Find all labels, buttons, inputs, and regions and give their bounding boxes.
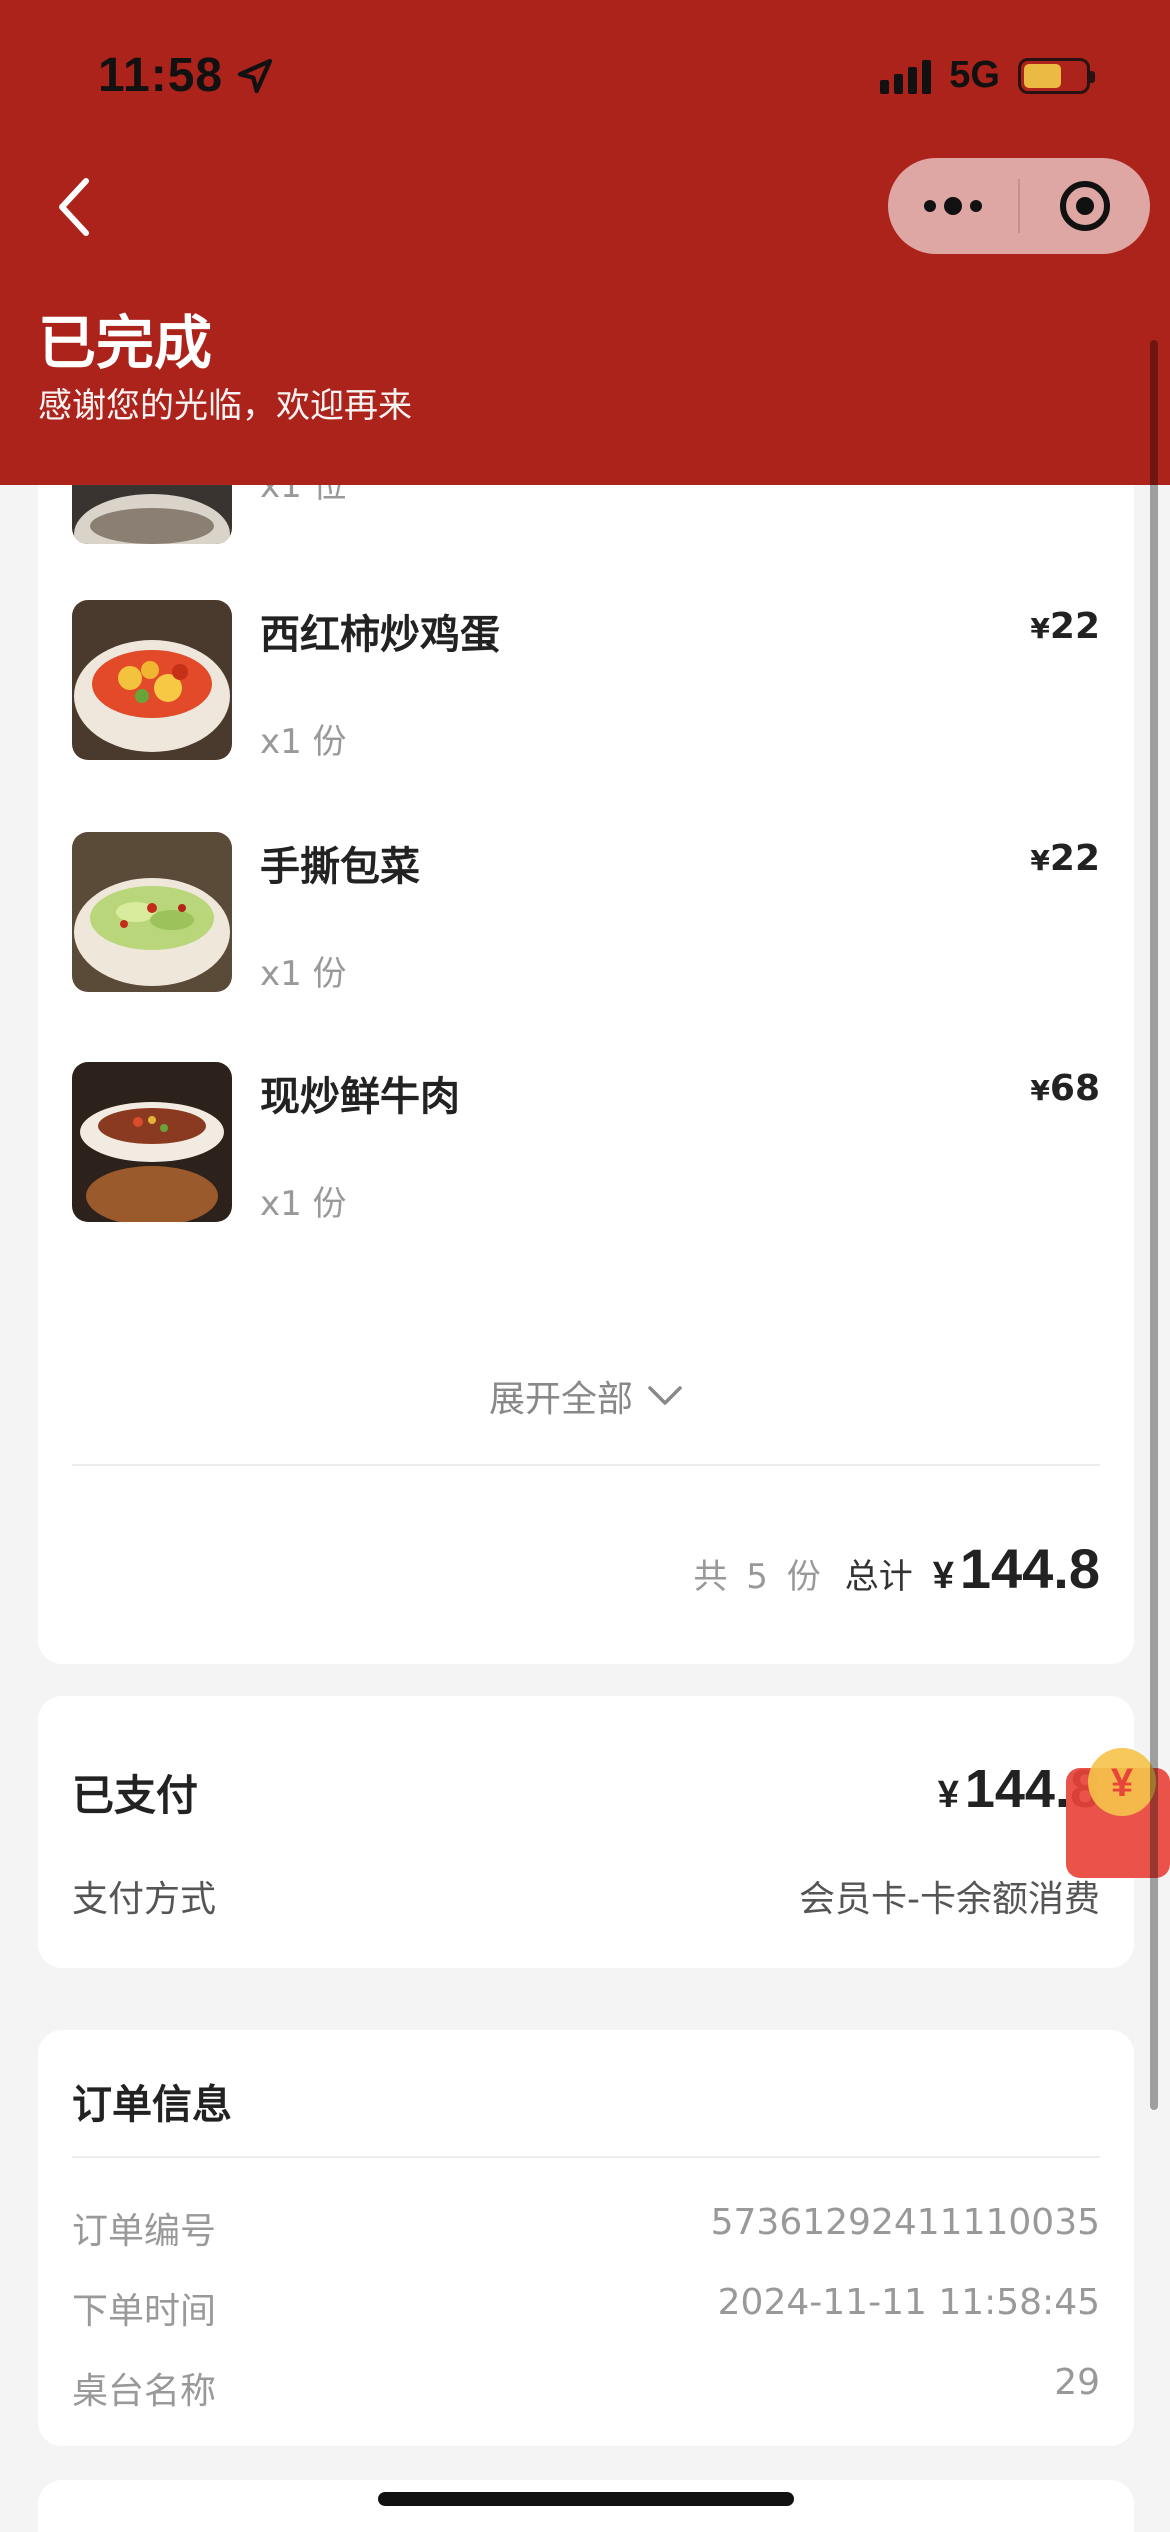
item-price-value: 22 [1049, 838, 1100, 879]
order-time-value: 2024-11-11 11:58:45 [717, 2282, 1100, 2323]
order-item: 现炒鲜牛肉 x1 份 ¥68 [72, 1062, 1100, 1224]
chevron-left-icon [59, 178, 89, 236]
currency-symbol: ¥ [1030, 1074, 1050, 1107]
item-price-value: 22 [1049, 606, 1100, 647]
order-number-row: 订单编号 57361292411110035 [72, 2202, 1100, 2254]
back-button[interactable] [44, 172, 104, 242]
item-name: 手撕包菜 [260, 844, 420, 890]
page-header: 11:58 5G 已完成 感谢您的光临，欢迎再来 [0, 0, 1170, 485]
item-price: ¥68 [1030, 1068, 1100, 1109]
signal-icon [880, 58, 932, 94]
dish-image [72, 1062, 232, 1222]
page-title: 已完成 [38, 309, 213, 377]
currency-symbol: ¥ [937, 1774, 959, 1816]
total-amount-value: 144.8 [959, 1537, 1100, 1600]
order-info-title: 订单信息 [72, 2082, 232, 2128]
order-total-row: 共 5 份 总计 ¥144.8 [693, 1536, 1100, 1601]
divider [72, 2156, 1100, 2158]
chevron-down-icon [648, 1386, 682, 1405]
network-label: 5G [949, 54, 1000, 96]
page-subtitle: 感谢您的光临，欢迎再来 [38, 386, 412, 426]
status-time: 11:58 [98, 48, 275, 103]
order-item: 手撕包菜 x1 份 ¥22 [72, 832, 1100, 994]
order-number-label: 订单编号 [72, 2211, 217, 2252]
target-close-icon [1060, 181, 1110, 231]
item-price: ¥22 [1030, 606, 1100, 647]
order-number-value: 57361292411110035 [710, 2202, 1100, 2243]
item-qty: x1 份 [260, 722, 347, 762]
total-amount: ¥144.8 [933, 1536, 1100, 1601]
order-time-label: 下单时间 [72, 2291, 217, 2332]
more-button[interactable] [888, 158, 1018, 254]
item-price: ¥22 [1030, 838, 1100, 879]
next-card-partial [38, 2480, 1134, 2532]
currency-symbol: ¥ [1030, 612, 1050, 645]
table-name-label: 桌台名称 [72, 2371, 217, 2412]
status-time-text: 11:58 [98, 49, 224, 102]
payment-card: 已支付 ¥144.8 支付方式 会员卡-卡余额消费 [38, 1696, 1134, 1968]
home-indicator[interactable] [378, 2492, 794, 2506]
total-label: 总计 [844, 1557, 913, 1597]
order-items-card: x1 位 西红柿炒鸡蛋 x1 份 ¥22 手撕包菜 x1 份 ¥22 现炒鲜牛肉… [38, 384, 1134, 1664]
miniprogram-capsule [888, 158, 1150, 254]
red-packet-symbol: ¥ [1111, 1761, 1134, 1805]
total-count: 共 5 份 [693, 1557, 825, 1597]
currency-symbol: ¥ [1030, 844, 1050, 877]
status-indicators: 5G [880, 54, 1095, 97]
expand-all-button[interactable]: 展开全部 [38, 1370, 1134, 1422]
divider [72, 1464, 1100, 1466]
item-qty: x1 份 [260, 954, 347, 994]
location-arrow-icon [237, 58, 273, 93]
item-qty: x1 份 [260, 1184, 347, 1224]
order-time-row: 下单时间 2024-11-11 11:58:45 [72, 2282, 1100, 2334]
item-name: 西红柿炒鸡蛋 [260, 612, 500, 658]
payment-method-label: 支付方式 [72, 1879, 217, 1920]
payment-method-value: 会员卡-卡余额消费 [799, 1879, 1100, 1920]
order-info-card: 订单信息 订单编号 57361292411110035 下单时间 2024-11… [38, 2030, 1134, 2446]
battery-icon [1018, 57, 1095, 94]
item-price-value: 68 [1049, 1068, 1100, 1109]
currency-symbol: ¥ [932, 1555, 954, 1597]
table-name-row: 桌台名称 29 [72, 2362, 1100, 2414]
paid-label: 已支付 [72, 1771, 199, 1820]
dish-image [72, 832, 232, 992]
expand-all-label: 展开全部 [488, 1379, 633, 1420]
close-miniprogram-button[interactable] [1020, 158, 1150, 254]
dish-image [72, 600, 232, 760]
more-dots-icon [924, 197, 982, 215]
order-item: 西红柿炒鸡蛋 x1 份 ¥22 [72, 600, 1100, 762]
scrollbar[interactable] [1150, 340, 1158, 2110]
table-name-value: 29 [1054, 2362, 1100, 2403]
item-name: 现炒鲜牛肉 [260, 1074, 460, 1120]
